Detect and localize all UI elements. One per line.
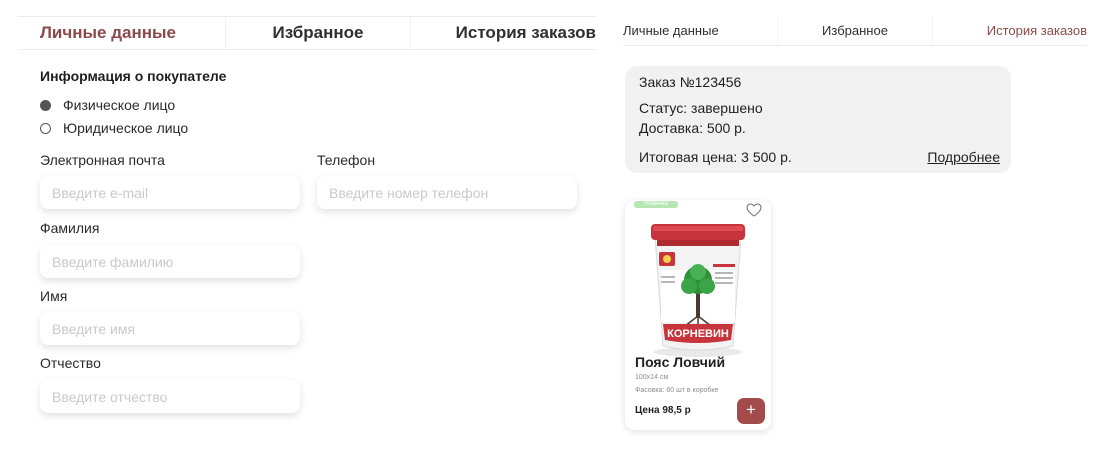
phone-label: Телефон	[317, 152, 376, 168]
order-details-link[interactable]: Подробнее	[927, 149, 1000, 165]
surname-field[interactable]	[40, 245, 300, 278]
patronymic-label: Отчество	[40, 355, 101, 371]
order-history-panel: Личные данные Избранное История заказов …	[623, 16, 1087, 446]
tab-order-history[interactable]: История заказов	[932, 16, 1087, 45]
radio-label: Юридическое лицо	[63, 120, 189, 136]
product-size: 100x14 см	[635, 374, 669, 381]
radio-label: Физическое лицо	[63, 97, 176, 113]
tab-bar: Личные данные Избранное История заказов	[18, 16, 596, 50]
tab-personal-data[interactable]: Личные данные	[623, 16, 777, 45]
order-delivery: Доставка: 500 р.	[639, 120, 746, 136]
tab-favorites[interactable]: Избранное	[777, 16, 932, 45]
name-label: Имя	[40, 288, 68, 304]
tab-favorites[interactable]: Избранное	[224, 17, 411, 49]
order-card: Заказ №123456 Статус: завершено Доставка…	[625, 66, 1011, 173]
product-image: КОРНЕВИН	[651, 224, 745, 357]
product-card[interactable]: Новинка КОРНЕВИН Пояс Ловчий 100x14 см Ф…	[625, 200, 771, 430]
new-badge: Новинка	[634, 201, 678, 208]
email-field[interactable]	[40, 176, 300, 209]
surname-label: Фамилия	[40, 220, 100, 236]
personal-data-panel: Личные данные Избранное История заказов …	[18, 16, 596, 446]
tab-bar: Личные данные Избранное История заказов	[623, 16, 1087, 46]
order-number: Заказ №123456	[639, 74, 742, 90]
radio-unchecked-icon[interactable]	[40, 122, 51, 134]
radio-checked-icon[interactable]	[40, 99, 51, 111]
product-title: Пояс Ловчий	[635, 354, 726, 370]
phone-field[interactable]	[317, 176, 577, 209]
email-label: Электронная почта	[40, 152, 165, 168]
patronymic-field[interactable]	[40, 380, 300, 413]
add-to-cart-button[interactable]: +	[737, 398, 765, 424]
tab-personal-data[interactable]: Личные данные	[18, 17, 225, 49]
tab-order-history[interactable]: История заказов	[410, 17, 596, 49]
name-field[interactable]	[40, 312, 300, 345]
product-price: Цена 98,5 р	[635, 405, 691, 416]
radio-legal-entity[interactable]: Юридическое лицо	[40, 120, 188, 136]
section-title: Информация о покупателе	[40, 68, 227, 84]
radio-individual[interactable]: Физическое лицо	[40, 97, 175, 113]
product-image-label: КОРНЕВИН	[667, 328, 729, 340]
order-status: Статус: завершено	[639, 100, 763, 116]
order-total: Итоговая цена: 3 500 р.	[639, 149, 792, 165]
product-packing: Фасовка: 60 шт в коробке	[635, 387, 719, 394]
